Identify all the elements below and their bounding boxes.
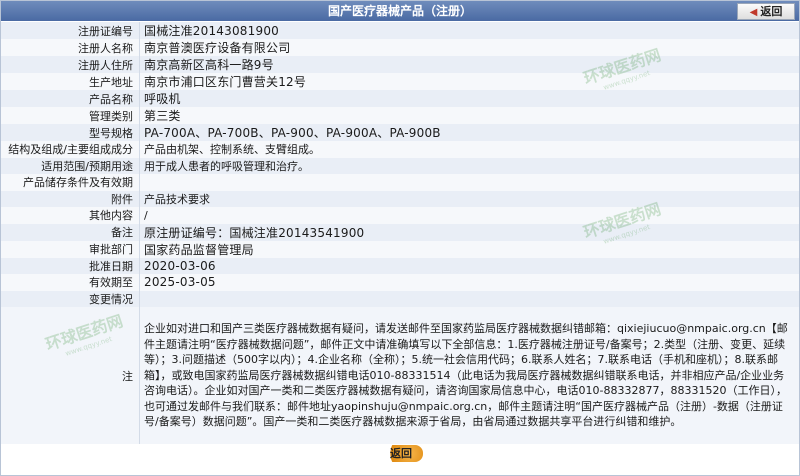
field-value: 用于成人患者的呼吸管理和治疗。 [139,157,799,174]
field-label: 备注 [1,223,140,241]
page-title: 国产医疗器械产品（注册） [327,4,472,18]
back-button-bottom[interactable]: 返回 [379,445,423,462]
field-value: 第三类 [139,107,799,124]
table-row: 批准日期 2020-03-06 [1,257,799,274]
field-label: 结构及组成/主要组成成分 [1,141,140,158]
field-label: 型号规格 [1,124,140,141]
table-row: 产品储存条件及有效期 [1,174,799,191]
field-label: 产品储存条件及有效期 [1,174,140,191]
table-row: 有效期至 2025-03-05 [1,274,799,291]
field-value: 南京市浦口区东门曹营关12号 [139,73,799,90]
table-row: 型号规格 PA-700A、PA-700B、PA-900、PA-900A、PA-90… [1,124,799,141]
field-label: 注册人住所 [1,56,140,73]
field-label: 管理类别 [1,107,140,124]
field-label: 注册人名称 [1,39,140,56]
field-value: 产品由机架、控制系统、支臂组成。 [139,141,799,158]
field-label: 适用范围/预期用途 [1,157,140,174]
field-value: 原注册证编号：国械注准20143541900 [139,223,799,241]
field-value: 国械注准20143081900 [139,22,799,39]
table-row: 备注 原注册证编号：国械注准20143541900 [1,223,799,241]
field-value: / [139,207,799,224]
field-value [139,174,799,191]
field-value: PA-700A、PA-700B、PA-900、PA-900A、PA-900B [139,124,799,141]
table-row: 其他内容 / [1,207,799,224]
field-value: 产品技术要求 [139,190,799,207]
field-value [139,290,799,307]
field-value: 2025-03-05 [139,274,799,291]
detail-frame: 国产医疗器械产品（注册） ◀ 返回 注册证编号 国械注准20143081900 注册人… [0,0,800,476]
field-label: 审批部门 [1,240,140,258]
table-row: 管理类别 第三类 [1,107,799,124]
table-row: 变更情况 [1,290,799,307]
field-label: 产品名称 [1,90,140,107]
back-button-label: 返回 [760,5,783,18]
note-label: 注 [1,307,140,444]
table-row: 生产地址 南京市浦口区东门曹营关12号 [1,73,799,90]
detail-table: 注册证编号 国械注准20143081900 注册人名称 南京普澳医疗设备有限公司 注册人… [1,22,799,444]
table-row: 适用范围/预期用途 用于成人患者的呼吸管理和治疗。 [1,157,799,174]
table-row: 注册人住所 南京高新区高科一路9号 [1,56,799,73]
table-row: 结构及组成/主要组成成分 产品由机架、控制系统、支臂组成。 [1,141,799,158]
back-button-top[interactable]: ◀ 返回 [737,3,795,20]
field-label: 注册证编号 [1,22,140,39]
table-row: 审批部门 国家药品监督管理局 [1,240,799,258]
table-row: 产品名称 呼吸机 [1,90,799,107]
table-row-note: 注企业如对进口和国产三类医疗器械数据有疑问，请发送邮件至国家药监局医疗器械数据纠… [1,307,799,444]
field-label: 生产地址 [1,73,140,90]
note-text: 企业如对进口和国产三类医疗器械数据有疑问，请发送邮件至国家药监局医疗器械数据纠错… [144,322,788,429]
field-label: 其他内容 [1,207,140,224]
table-row: 附件 产品技术要求 [1,190,799,207]
back-arrow-icon: ◀ [749,7,758,18]
back-button-label: 返回 [390,447,412,460]
field-label: 批准日期 [1,257,140,274]
field-label: 附件 [1,190,140,207]
field-value: 南京高新区高科一路9号 [139,56,799,73]
page-title-bar: 国产医疗器械产品（注册） ◀ 返回 [1,1,799,21]
table-row: 注册人名称 南京普澳医疗设备有限公司 [1,39,799,56]
field-label: 有效期至 [1,274,140,291]
field-label: 变更情况 [1,290,140,307]
note-cell: 企业如对进口和国产三类医疗器械数据有疑问，请发送邮件至国家药监局医疗器械数据纠错… [139,307,799,444]
field-value: 2020-03-06 [139,257,799,274]
field-value: 国家药品监督管理局 [139,240,799,258]
table-row: 注册证编号 国械注准20143081900 [1,22,799,39]
field-value: 呼吸机 [139,90,799,107]
field-value: 南京普澳医疗设备有限公司 [139,39,799,56]
